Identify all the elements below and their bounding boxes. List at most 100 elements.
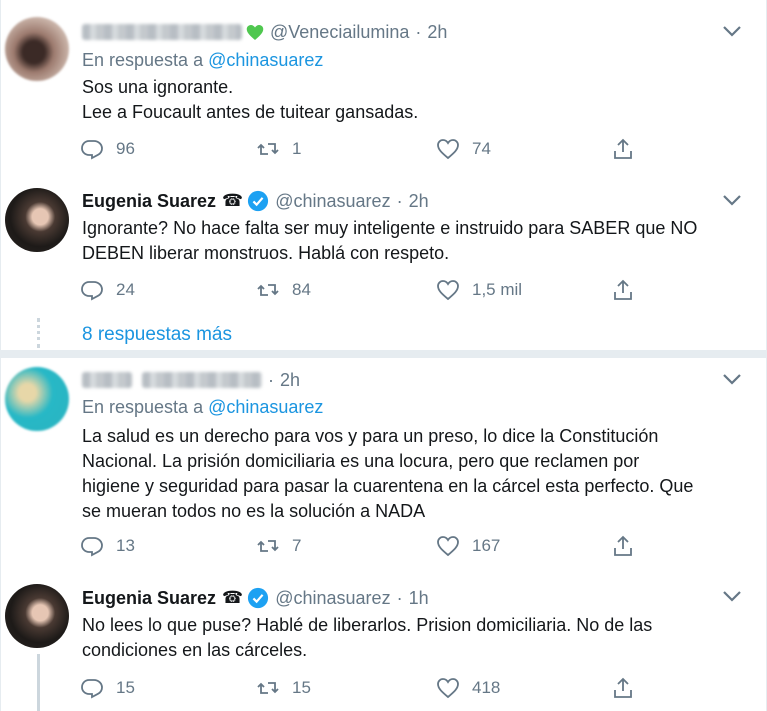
like-button[interactable]: 418: [436, 676, 500, 700]
reply-prefix: En respuesta a: [82, 50, 204, 70]
display-name[interactable]: Eugenia Suarez: [82, 191, 216, 212]
reply-icon: [81, 281, 103, 301]
share-button[interactable]: [611, 534, 647, 558]
tweet[interactable]: · 2h En respuesta a @chinasuarez La salu…: [0, 358, 767, 572]
reply-icon: [81, 140, 103, 160]
reply-button[interactable]: 96: [80, 137, 135, 161]
tweet-text-line: No lees lo que puse? Hablé de liberarlos…: [82, 615, 653, 635]
separator-dot: ·: [268, 369, 274, 390]
retweet-count: 84: [292, 280, 311, 299]
tweet-text-line: se mueran todos no es la solución a NADA: [82, 501, 426, 521]
like-button[interactable]: 167: [436, 534, 500, 558]
retweet-count: 1: [292, 139, 302, 158]
retweet-count: 7: [292, 536, 302, 555]
tweet-header: Eugenia Suarez ☎ @chinasuarez · 1h: [82, 586, 429, 610]
tweet[interactable]: Eugenia Suarez ☎ @chinasuarez · 2h Ignor…: [0, 178, 767, 353]
like-count: 74: [472, 139, 491, 158]
phone-icon: ☎: [222, 191, 244, 210]
chevron-down-icon[interactable]: [722, 372, 742, 386]
blurred-handle[interactable]: [142, 372, 262, 388]
chevron-down-icon[interactable]: [722, 193, 742, 207]
reply-context: En respuesta a @chinasuarez: [82, 50, 323, 71]
tweet-time[interactable]: 2h: [409, 191, 429, 212]
tweet-handle[interactable]: @chinasuarez: [275, 588, 390, 609]
tweet-time[interactable]: 2h: [427, 22, 447, 43]
chevron-down-icon[interactable]: [722, 589, 742, 603]
tweet-text-line: condiciones en las cárceles.: [82, 640, 308, 660]
verified-badge-icon: [248, 587, 269, 609]
verified-badge-icon: [248, 190, 269, 212]
separator-dot: ·: [396, 587, 403, 608]
tweet-text-line: Lee a Foucault antes de tuitear gansadas…: [82, 102, 419, 122]
display-name[interactable]: Eugenia Suarez: [82, 588, 216, 609]
avatar[interactable]: [5, 188, 69, 252]
reply-mention-link[interactable]: @chinasuarez: [208, 397, 323, 417]
retweet-count: 15: [292, 678, 311, 697]
like-button[interactable]: 74: [436, 137, 491, 161]
retweet-icon: [257, 284, 279, 296]
tweet-text-line: higiene y seguridad para pasar la cuaren…: [82, 476, 694, 496]
retweet-button[interactable]: 1: [256, 137, 301, 161]
share-button[interactable]: [611, 676, 647, 700]
tweet-text-line: Sos una ignorante.: [82, 77, 234, 97]
like-count: 167: [472, 536, 501, 555]
tweet-handle[interactable]: @chinasuarez: [275, 191, 390, 212]
show-more-replies-link[interactable]: 8 respuestas más: [82, 324, 232, 346]
tweet-header: @Veneciailumina · 2h: [82, 20, 447, 44]
like-button[interactable]: 1,5 mil: [436, 278, 522, 302]
tweet-text: Ignorante? No hace falta ser muy intelig…: [82, 216, 697, 266]
reply-icon: [81, 537, 103, 557]
tweet-feed: @Veneciailumina · 2h En respuesta a @chi…: [0, 0, 767, 711]
share-button[interactable]: [611, 278, 647, 302]
share-button[interactable]: [611, 137, 647, 161]
tweet[interactable]: Eugenia Suarez ☎ @chinasuarez · 1h No le…: [0, 572, 767, 711]
share-icon: [614, 535, 632, 556]
tweet-actions: 13 7 167: [80, 534, 640, 560]
reply-count: 96: [116, 139, 135, 158]
green-heart-icon: [246, 24, 264, 40]
reply-button[interactable]: 13: [80, 534, 135, 558]
tweet-text: No lees lo que puse? Hablé de liberarlos…: [82, 613, 652, 663]
phone-icon: ☎: [222, 588, 244, 607]
like-icon: [437, 139, 459, 160]
like-icon: [437, 678, 459, 699]
retweet-icon: [257, 682, 279, 694]
tweet-text-line: DEBEN liberar monstruos. Hablá con respe…: [82, 243, 450, 263]
avatar[interactable]: [5, 17, 69, 81]
tweet-text-line: Nacional. La prisión domiciliaria es una…: [82, 451, 640, 471]
reply-prefix: En respuesta a: [82, 397, 204, 417]
separator-dot: ·: [396, 190, 403, 211]
chevron-down-icon[interactable]: [722, 24, 742, 38]
thread-dotted-line: [37, 318, 43, 348]
reply-button[interactable]: 15: [80, 676, 135, 700]
tweet-time[interactable]: 2h: [280, 370, 300, 391]
tweet-actions: 24 84 1,5 mil: [80, 278, 640, 304]
share-icon: [614, 138, 632, 159]
tweet-text: La salud es un derecho para vos y para u…: [82, 424, 693, 524]
tweet-header: · 2h: [82, 368, 300, 392]
share-icon: [614, 279, 632, 300]
tweet[interactable]: @Veneciailumina · 2h En respuesta a @chi…: [0, 0, 767, 178]
tweet-text: Sos una ignorante. Lee a Foucault antes …: [82, 75, 418, 125]
tweet-actions: 15 15 418: [80, 676, 640, 702]
retweet-button[interactable]: 84: [256, 278, 311, 302]
retweet-button[interactable]: 15: [256, 676, 311, 700]
share-icon: [614, 677, 632, 698]
avatar[interactable]: [5, 367, 69, 431]
tweet-text-line: Ignorante? No hace falta ser muy intelig…: [82, 218, 698, 238]
avatar[interactable]: [5, 584, 69, 648]
like-count: 1,5 mil: [472, 280, 523, 299]
like-count: 418: [472, 678, 501, 697]
tweet-text-line: La salud es un derecho para vos y para u…: [82, 426, 659, 446]
reply-context: En respuesta a @chinasuarez: [82, 397, 323, 418]
conversation-separator: [0, 350, 767, 358]
tweet-handle[interactable]: @Veneciailumina: [270, 22, 409, 43]
like-icon: [437, 280, 459, 301]
blurred-display-name[interactable]: [82, 24, 242, 40]
retweet-button[interactable]: 7: [256, 534, 301, 558]
reply-mention-link[interactable]: @chinasuarez: [208, 50, 323, 70]
tweet-time[interactable]: 1h: [409, 588, 429, 609]
thread-line: [37, 654, 40, 711]
reply-button[interactable]: 24: [80, 278, 135, 302]
blurred-display-name[interactable]: [82, 372, 132, 388]
